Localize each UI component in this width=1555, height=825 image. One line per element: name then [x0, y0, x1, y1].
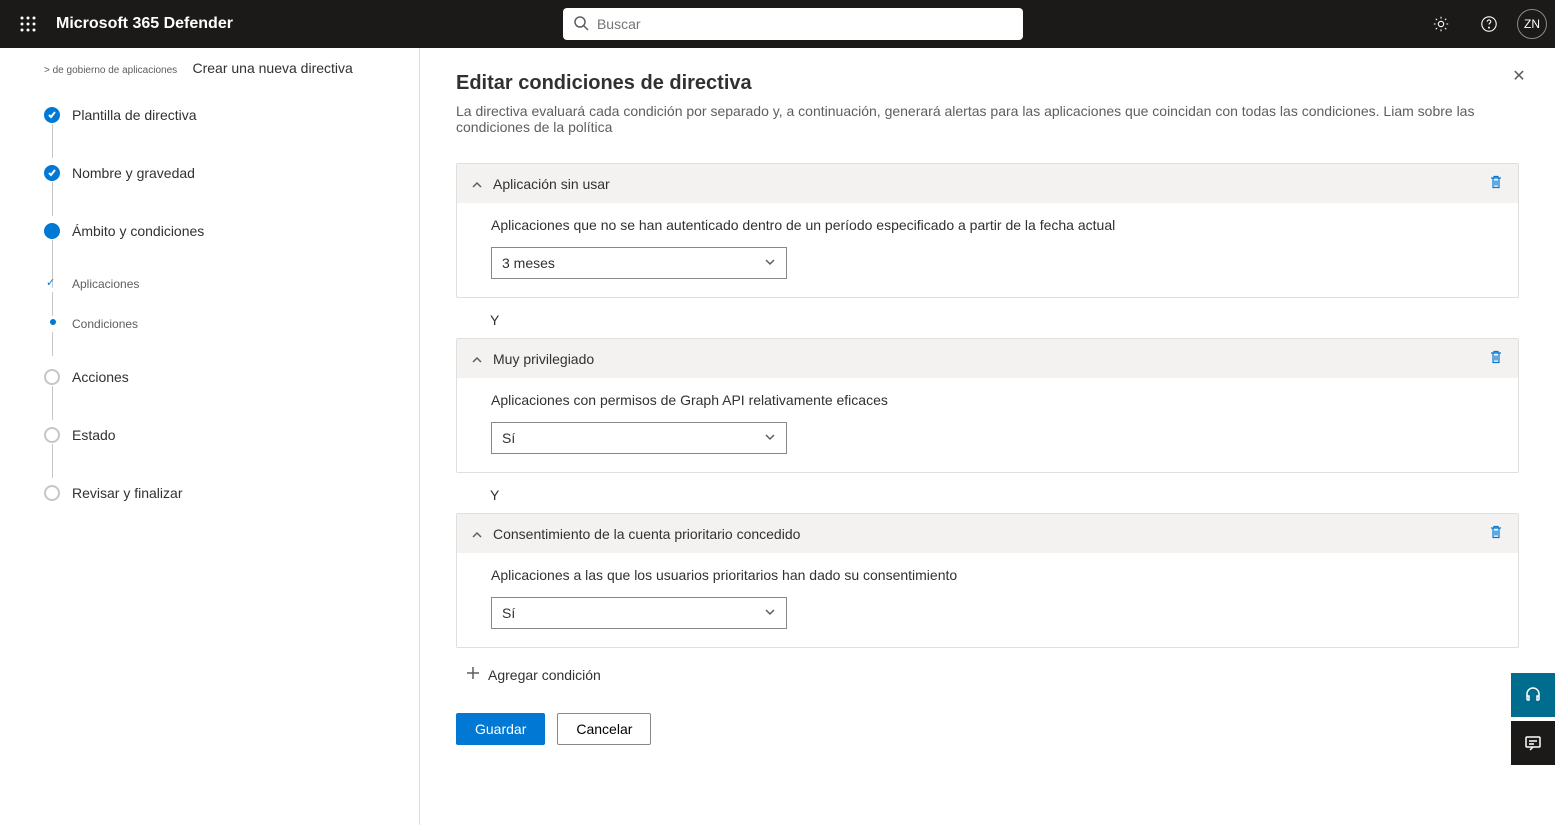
dot-icon: [44, 427, 60, 443]
feedback-icon[interactable]: [1511, 721, 1555, 765]
condition-header[interactable]: Muy privilegiado: [457, 339, 1518, 378]
wizard-substep-conditions[interactable]: Condiciones: [44, 314, 395, 334]
condition-desc: Aplicaciones que no se han autenticado d…: [491, 217, 1504, 233]
condition-body: Aplicaciones que no se han autenticado d…: [457, 203, 1518, 297]
action-row: Guardar Cancelar: [456, 713, 1519, 745]
wizard-step-state[interactable]: Estado: [44, 420, 395, 450]
main-layout: > de gobierno de aplicaciones Crear una …: [0, 48, 1555, 825]
condition-card: Consentimiento de la cuenta prioritario …: [456, 513, 1519, 648]
panel: ✕ Editar condiciones de directiva La dir…: [420, 48, 1555, 825]
dot-icon: [44, 369, 60, 385]
headset-icon[interactable]: [1511, 673, 1555, 717]
chevron-up-icon: [471, 351, 483, 367]
wizard-step-actions[interactable]: Acciones: [44, 362, 395, 392]
wizard-step-name-severity[interactable]: Nombre y gravedad: [44, 158, 395, 188]
condition-value: Sí: [502, 605, 515, 621]
condition-select[interactable]: Sí: [491, 422, 787, 454]
floating-buttons: [1511, 669, 1555, 765]
wizard-step-label: Acciones: [72, 369, 129, 385]
save-button[interactable]: Guardar: [456, 713, 545, 745]
search-wrap: [563, 8, 1023, 40]
help-icon[interactable]: [1469, 4, 1509, 44]
chevron-up-icon: [471, 176, 483, 192]
chevron-down-icon: [764, 255, 776, 271]
wizard-step-label: Revisar y finalizar: [72, 485, 182, 501]
wizard-nav: Plantilla de directiva Nombre y gravedad…: [44, 100, 395, 508]
left-column: > de gobierno de aplicaciones Crear una …: [0, 48, 420, 825]
condition-title: Consentimiento de la cuenta prioritario …: [493, 526, 800, 542]
delete-icon[interactable]: [1488, 349, 1504, 368]
avatar-initials: ZN: [1524, 17, 1540, 31]
wizard-substep-label: Condiciones: [72, 317, 138, 331]
wizard-step-label: Nombre y gravedad: [72, 165, 195, 181]
search-box[interactable]: [563, 8, 1023, 40]
condition-value: 3 meses: [502, 255, 555, 271]
wizard-step-label: Estado: [72, 427, 116, 443]
search-icon: [573, 15, 589, 34]
condition-body: Aplicaciones con permisos de Graph API r…: [457, 378, 1518, 472]
condition-select[interactable]: 3 meses: [491, 247, 787, 279]
wizard-step-scope-conditions[interactable]: Ámbito y condiciones: [44, 216, 395, 246]
condition-card: Muy privilegiado Aplicaciones con permis…: [456, 338, 1519, 473]
dot-icon: [44, 223, 60, 239]
chevron-up-icon: [471, 526, 483, 542]
condition-select[interactable]: Sí: [491, 597, 787, 629]
close-icon[interactable]: ✕: [1503, 60, 1535, 92]
check-icon: [44, 107, 60, 123]
condition-value: Sí: [502, 430, 515, 446]
breadcrumb-current: Crear una nueva directiva: [193, 60, 353, 76]
wizard-substep-label: Aplicaciones: [72, 277, 139, 291]
add-condition-button[interactable]: Agregar condición: [456, 660, 1519, 689]
add-condition-label: Agregar condición: [488, 667, 601, 683]
search-input[interactable]: [597, 16, 1013, 32]
chevron-down-icon: [764, 605, 776, 621]
condition-title: Aplicación sin usar: [493, 176, 610, 192]
wizard-substep-applications[interactable]: Aplicaciones: [44, 274, 395, 294]
top-right: ZN: [1421, 4, 1547, 44]
condition-card: Aplicación sin usar Aplicaciones que no …: [456, 163, 1519, 298]
wizard-step-label: Plantilla de directiva: [72, 107, 197, 123]
plus-icon: [466, 666, 480, 683]
delete-icon[interactable]: [1488, 174, 1504, 193]
condition-header[interactable]: Consentimiento de la cuenta prioritario …: [457, 514, 1518, 553]
top-bar: Microsoft 365 Defender ZN: [0, 0, 1555, 48]
check-icon: [44, 165, 60, 181]
app-launcher-icon[interactable]: [8, 4, 48, 44]
product-title: Microsoft 365 Defender: [56, 15, 233, 33]
check-icon: [48, 280, 56, 288]
cancel-button[interactable]: Cancelar: [557, 713, 651, 745]
condition-desc: Aplicaciones a las que los usuarios prio…: [491, 567, 1504, 583]
dot-icon: [50, 319, 56, 325]
condition-body: Aplicaciones a las que los usuarios prio…: [457, 553, 1518, 647]
operator-label: Y: [456, 302, 1519, 338]
wizard-step-review[interactable]: Revisar y finalizar: [44, 478, 395, 508]
dot-icon: [44, 485, 60, 501]
condition-desc: Aplicaciones con permisos de Graph API r…: [491, 392, 1504, 408]
settings-icon[interactable]: [1421, 4, 1461, 44]
breadcrumb: > de gobierno de aplicaciones Crear una …: [44, 60, 395, 76]
operator-label: Y: [456, 477, 1519, 513]
avatar[interactable]: ZN: [1517, 9, 1547, 39]
wizard-step-template[interactable]: Plantilla de directiva: [44, 100, 395, 130]
delete-icon[interactable]: [1488, 524, 1504, 543]
wizard-step-label: Ámbito y condiciones: [72, 223, 204, 239]
condition-header[interactable]: Aplicación sin usar: [457, 164, 1518, 203]
breadcrumb-context: > de gobierno de aplicaciones: [44, 65, 177, 76]
chevron-down-icon: [764, 430, 776, 446]
panel-subtitle: La directiva evaluará cada condición por…: [456, 103, 1519, 135]
panel-title: Editar condiciones de directiva: [456, 72, 1519, 95]
condition-title: Muy privilegiado: [493, 351, 594, 367]
